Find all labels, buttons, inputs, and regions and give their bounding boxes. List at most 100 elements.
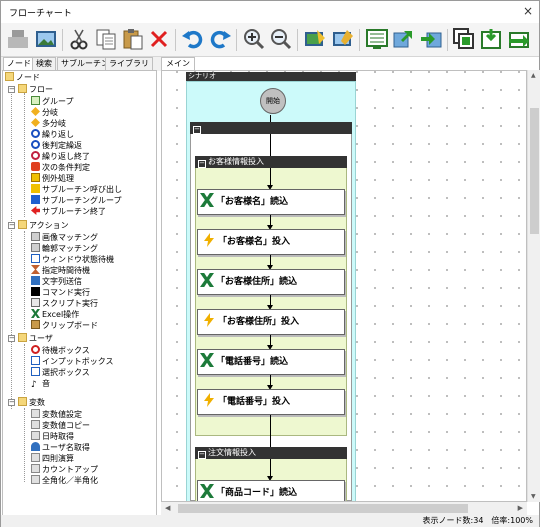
width-convert-icon xyxy=(31,475,40,484)
contour-match-icon xyxy=(31,243,40,252)
zoom-in-icon[interactable] xyxy=(242,27,266,51)
tree-item-sub-end[interactable]: サブルーチン終了 xyxy=(31,206,106,218)
canvas-tabs: メイン xyxy=(161,57,539,71)
start-node[interactable]: 開始 xyxy=(260,88,286,114)
subroutine-group-icon xyxy=(31,195,40,204)
hourglass-icon xyxy=(31,265,40,274)
subroutine-end-icon xyxy=(31,206,40,215)
scroll-up-icon[interactable]: ▲ xyxy=(531,72,536,79)
tree-item-sound[interactable]: ♪ 音 xyxy=(31,378,50,390)
lightning-icon xyxy=(204,233,214,247)
vertical-scroll-thumb[interactable] xyxy=(530,108,539,234)
node-input-customer-name[interactable]: 「お客様名」投入 xyxy=(197,229,345,255)
calculator-icon xyxy=(31,453,40,462)
variable-set-icon xyxy=(31,409,40,418)
excel-icon xyxy=(31,309,40,318)
node-input-phone-number[interactable]: 「電話番号」投入 xyxy=(197,389,345,415)
close-button[interactable]: × xyxy=(523,4,533,18)
collapse-icon[interactable]: − xyxy=(8,86,15,93)
node-read-customer-name[interactable]: 「お客様名」読込 xyxy=(197,189,345,215)
next-condition-icon xyxy=(31,162,40,171)
outer-group-header: − xyxy=(190,122,352,134)
node-read-customer-address[interactable]: 「お客様住所」読込 xyxy=(197,269,345,295)
collapse-icon[interactable]: − xyxy=(193,126,201,134)
zoom-out-icon[interactable] xyxy=(269,27,293,51)
multi-branch-icon xyxy=(31,118,40,127)
tree-item-width-convert[interactable]: 全角化／半角化 xyxy=(31,475,98,487)
paste-icon[interactable] xyxy=(121,27,145,51)
folder-icon xyxy=(18,397,27,406)
flow-import-icon[interactable] xyxy=(419,27,443,51)
folder-icon xyxy=(5,72,14,81)
scroll-left-icon[interactable]: ◀ xyxy=(165,504,170,512)
folder-icon xyxy=(18,333,27,342)
tab-library[interactable]: ライブラリ xyxy=(105,57,153,70)
loop-end-icon xyxy=(31,151,40,160)
collapse-icon[interactable]: − xyxy=(198,160,206,168)
title-bar: フローチャート × xyxy=(1,1,539,23)
stop-icon[interactable] xyxy=(6,27,30,51)
excel-icon xyxy=(200,193,214,207)
status-bar: 表示ノード数:34 倍率:100% xyxy=(1,515,539,527)
switch-icon[interactable] xyxy=(507,27,531,51)
collapse-icon[interactable]: − xyxy=(198,451,206,459)
flow-export-icon[interactable] xyxy=(392,27,416,51)
wait-box-icon xyxy=(31,345,40,354)
flow-grid-icon[interactable] xyxy=(365,27,389,51)
node-input-customer-address[interactable]: 「お客様住所」投入 xyxy=(197,309,345,335)
counter-icon xyxy=(31,464,40,473)
tab-search[interactable]: 検索 xyxy=(32,57,56,70)
delete-icon[interactable] xyxy=(147,27,171,51)
flow-canvas[interactable]: シナリオ 開始 − − お客様情報投入 「お客様名」読込 「お客様名」投入 「お客… xyxy=(161,70,527,502)
node-read-product-code[interactable]: 「商品コード」読込 xyxy=(197,480,345,501)
tree-root[interactable]: ノード xyxy=(5,72,40,84)
excel-icon xyxy=(200,484,214,498)
post-loop-icon xyxy=(31,140,40,149)
tab-main[interactable]: メイン xyxy=(161,57,195,71)
copy-flow-icon[interactable] xyxy=(452,27,476,51)
scroll-down-icon[interactable]: ▼ xyxy=(531,493,536,500)
scroll-right-icon[interactable]: ▶ xyxy=(518,504,523,512)
script-icon xyxy=(31,298,40,307)
variable-copy-icon xyxy=(31,420,40,429)
tab-node[interactable]: ノード xyxy=(3,57,35,71)
user-icon xyxy=(31,442,40,451)
tree-item-clipboard[interactable]: クリップボード xyxy=(31,320,98,332)
vertical-scrollbar[interactable]: ▲ ▼ xyxy=(527,70,540,502)
folder-icon xyxy=(18,84,27,93)
collapse-icon[interactable]: − xyxy=(8,335,15,342)
collapse-icon[interactable]: − xyxy=(8,399,15,406)
horizontal-scroll-thumb[interactable] xyxy=(178,504,468,513)
copy-icon[interactable] xyxy=(94,27,118,51)
exception-icon xyxy=(31,173,40,182)
tree-flow[interactable]: フロー xyxy=(18,84,53,96)
node-read-phone-number[interactable]: 「電話番号」読込 xyxy=(197,349,345,375)
tree-variable[interactable]: 変数 xyxy=(18,397,45,409)
lightning-icon xyxy=(204,393,214,407)
screen-edit-icon[interactable] xyxy=(303,27,327,51)
left-panel-tabs: ノード 検索 サブルーチン ライブラリ xyxy=(1,57,161,71)
calendar-icon xyxy=(31,431,40,440)
tree-user[interactable]: ユーザ xyxy=(18,333,53,345)
music-note-icon: ♪ xyxy=(31,380,37,390)
insert-icon[interactable] xyxy=(479,27,503,51)
toolbar xyxy=(1,23,539,57)
horizontal-scrollbar[interactable]: ◀ ▶ xyxy=(161,502,527,515)
screen-settings-icon[interactable] xyxy=(331,27,355,51)
clipboard-icon xyxy=(31,320,40,329)
select-box-icon xyxy=(31,367,40,376)
tree-action[interactable]: アクション xyxy=(18,220,69,232)
flowchart-window: フローチャート × ノード 検索 サブルーチン ライブラリ ノード − フロー … xyxy=(0,0,540,527)
node-tree: ノード − フロー グループ 分岐 多分岐 繰り返し 後判定繰返 繰り返し終了 … xyxy=(2,70,157,519)
loop-icon xyxy=(31,129,40,138)
keyboard-icon xyxy=(31,276,40,285)
status-text: 表示ノード数:34 倍率:100% xyxy=(422,516,533,525)
undo-icon[interactable] xyxy=(181,27,205,51)
group-icon xyxy=(31,96,40,105)
collapse-icon[interactable]: − xyxy=(8,222,15,229)
excel-icon xyxy=(200,353,214,367)
redo-icon[interactable] xyxy=(208,27,232,51)
cut-icon[interactable] xyxy=(67,27,91,51)
image-match-icon xyxy=(31,232,40,241)
image-icon[interactable] xyxy=(34,27,58,51)
